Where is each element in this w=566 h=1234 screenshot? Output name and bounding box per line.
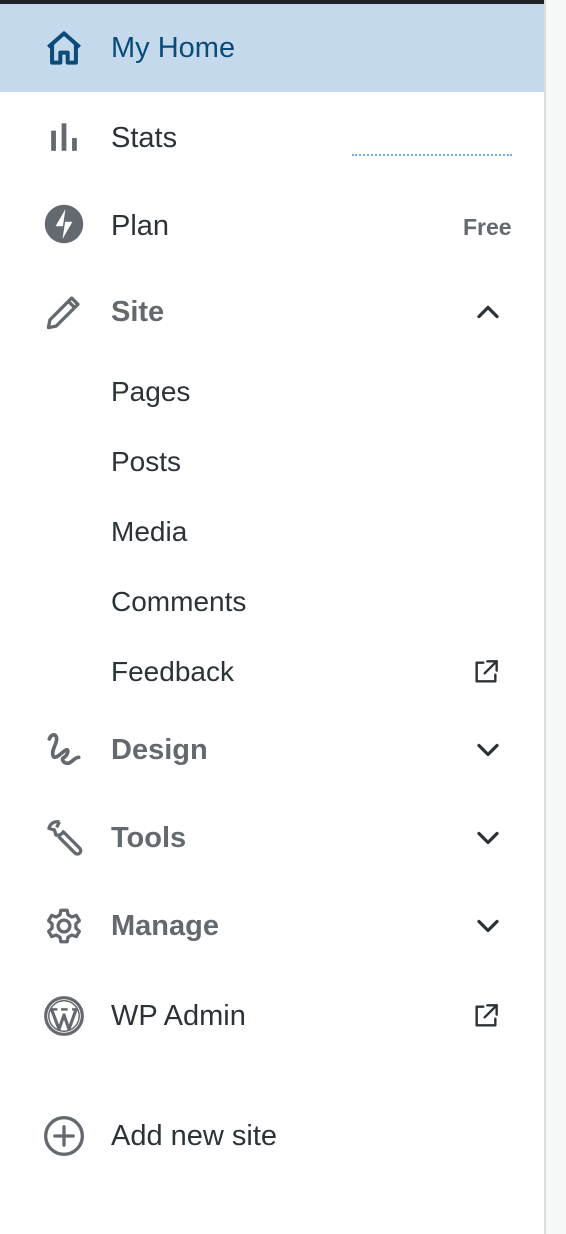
sidebar-section-manage[interactable]: Manage xyxy=(0,882,544,970)
chevron-up-icon[interactable] xyxy=(470,294,506,330)
submenu-item-feedback[interactable]: Feedback xyxy=(0,637,544,707)
submenu-item-media[interactable]: Media xyxy=(0,497,544,567)
sidebar-item-stats[interactable]: Stats xyxy=(0,94,544,182)
sidebar-section-design[interactable]: Design xyxy=(0,706,544,794)
wrench-icon xyxy=(42,816,86,860)
submenu-item-pages[interactable]: Pages xyxy=(0,357,544,427)
plan-badge: Free xyxy=(463,214,512,240)
submenu-item-label: Media xyxy=(111,516,188,547)
chevron-down-icon[interactable] xyxy=(470,908,506,944)
wordpress-logo-icon xyxy=(42,994,86,1038)
submenu-item-label: Pages xyxy=(111,376,191,407)
sidebar-item-label: Add new site xyxy=(111,1120,278,1152)
add-new-site-button[interactable]: Add new site xyxy=(0,1092,544,1180)
sidebar-item-label: My Home xyxy=(111,32,236,64)
sidebar-item-label: Site xyxy=(111,296,165,328)
sidebar-item-label: Plan xyxy=(111,210,170,242)
home-icon xyxy=(42,26,86,70)
squiggle-brush-icon xyxy=(42,728,86,772)
jetpack-bolt-icon xyxy=(42,202,86,246)
sidebar: My Home Stats Plan Free Site Pages Posts… xyxy=(0,4,544,1234)
submenu-item-label: Feedback xyxy=(111,656,234,687)
submenu-item-posts[interactable]: Posts xyxy=(0,427,544,497)
chevron-down-icon[interactable] xyxy=(470,732,506,768)
sidebar-item-label: Stats xyxy=(111,122,178,154)
submenu-item-label: Posts xyxy=(111,446,182,477)
sidebar-item-label: WP Admin xyxy=(111,1000,246,1032)
pencil-icon xyxy=(42,290,86,334)
stats-sparkline xyxy=(352,154,512,156)
sidebar-item-label: Manage xyxy=(111,910,219,942)
sidebar-item-label: Design xyxy=(111,734,208,766)
sidebar-item-wp-admin[interactable]: WP Admin xyxy=(0,972,544,1060)
external-link-icon xyxy=(470,656,502,688)
gear-icon xyxy=(42,904,86,948)
plus-circle-icon xyxy=(42,1114,86,1158)
content-edge xyxy=(546,0,566,1234)
sidebar-section-tools[interactable]: Tools xyxy=(0,794,544,882)
submenu-item-comments[interactable]: Comments xyxy=(0,567,544,637)
submenu-item-label: Comments xyxy=(111,586,247,617)
external-link-icon xyxy=(470,1000,502,1032)
sidebar-section-site[interactable]: Site xyxy=(0,268,544,356)
stats-bar-icon xyxy=(42,116,86,160)
sidebar-item-label: Tools xyxy=(111,822,187,854)
sidebar-item-my-home[interactable]: My Home xyxy=(0,4,544,92)
sidebar-item-plan[interactable]: Plan Free xyxy=(0,182,544,270)
chevron-down-icon[interactable] xyxy=(470,820,506,856)
